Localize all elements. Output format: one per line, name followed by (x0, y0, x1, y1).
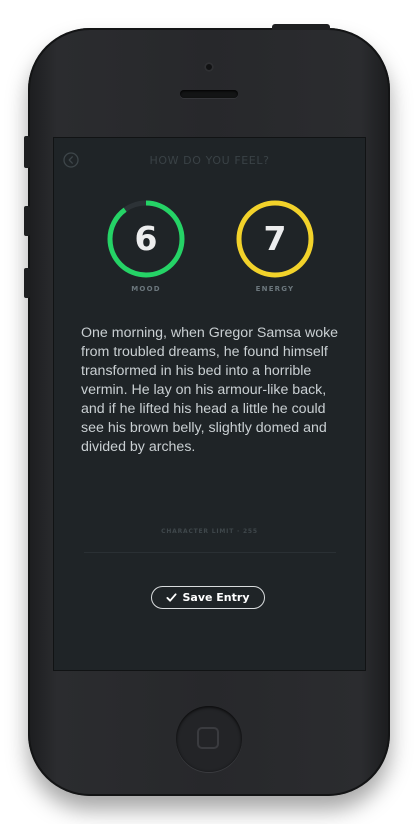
energy-label: ENERGY (255, 285, 295, 293)
save-entry-label: Save Entry (182, 591, 250, 604)
header: HOW DO YOU FEEL? (54, 148, 365, 174)
mute-switch (24, 136, 30, 168)
volume-up-button (24, 206, 30, 236)
check-icon (166, 593, 178, 602)
save-entry-button[interactable]: Save Entry (151, 586, 265, 609)
mood-label: MOOD (131, 285, 161, 293)
home-square-icon (197, 727, 219, 749)
divider (84, 552, 336, 553)
energy-dial[interactable]: 7 (234, 198, 316, 280)
character-limit-label: CHARACTER LIMIT · 255 (161, 528, 258, 535)
front-camera (204, 62, 214, 72)
app-screen: HOW DO YOU FEEL? 6 MOOD 7 ENERGY One mor… (54, 138, 365, 670)
volume-down-button (24, 268, 30, 298)
page-title: HOW DO YOU FEEL? (149, 154, 270, 167)
mood-value: 6 (134, 219, 158, 258)
energy-value: 7 (263, 219, 287, 258)
entry-text-area[interactable]: One morning, when Gregor Samsa woke from… (81, 324, 343, 457)
mood-dial[interactable]: 6 (105, 198, 187, 280)
earpiece-speaker (180, 90, 238, 98)
power-button (272, 24, 330, 30)
